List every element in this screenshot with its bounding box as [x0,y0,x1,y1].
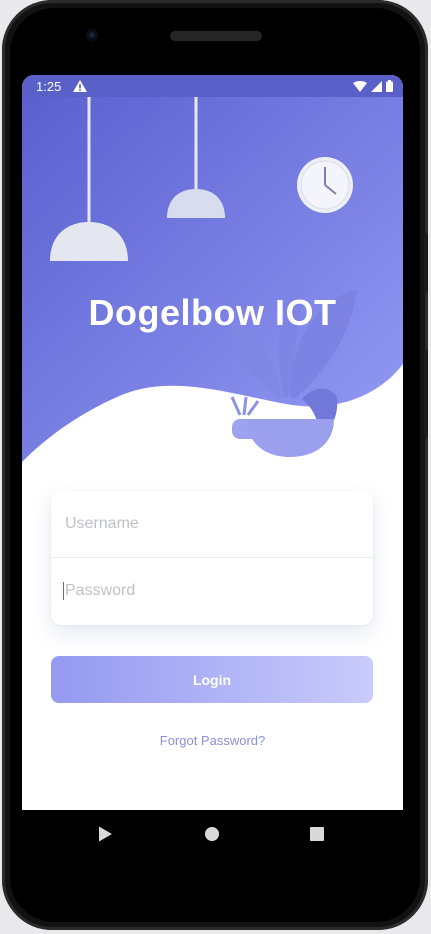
warning-icon [73,80,87,92]
power-button [424,350,428,438]
forgot-password-link[interactable]: Forgot Password? [22,733,403,748]
signal-icon [371,80,382,92]
hero-illustration: Dogelbow IOT [22,97,403,517]
login-button-label: Login [192,671,232,688]
nav-buttons [99,826,324,842]
home-icon[interactable] [205,827,219,841]
text-cursor [63,582,64,600]
battery-icon [386,80,393,92]
earpiece-speaker [170,31,262,41]
login-card [51,491,373,625]
navigation-bar [22,810,403,858]
front-camera [86,29,98,41]
app-title: Dogelbow IOT [88,292,337,333]
username-field-row [51,491,373,558]
password-field-row [51,558,373,624]
username-input[interactable] [63,514,357,534]
volume-button [424,233,428,293]
back-icon[interactable] [99,826,112,842]
app-screen: Dogelbow IOT 1:25 Username Login Forgot … [22,75,403,810]
status-icons [353,80,393,92]
recents-icon[interactable] [310,827,324,841]
status-time: 1:25 [36,79,62,94]
status-bar: 1:25 [22,75,403,97]
password-input[interactable] [63,581,357,601]
login-button[interactable]: Login [51,656,373,703]
wifi-icon [353,80,367,92]
